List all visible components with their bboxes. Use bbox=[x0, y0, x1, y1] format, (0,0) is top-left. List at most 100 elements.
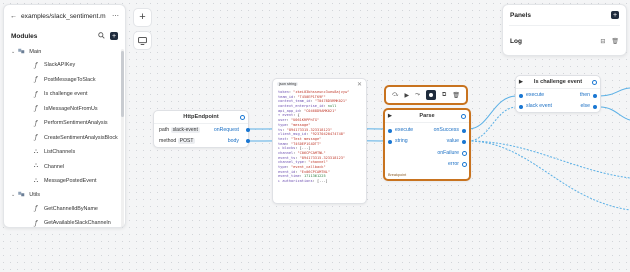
node-title: ▶ Parse bbox=[385, 110, 469, 123]
list-item-label: ListChannels bbox=[44, 149, 76, 156]
list-item[interactable]: ƒ SlackAPIKey bbox=[4, 58, 125, 73]
chevron-down-icon[interactable]: ⌄ bbox=[11, 49, 15, 55]
module-group-icon bbox=[18, 48, 26, 56]
output-onfailure-label: onFailure bbox=[437, 150, 459, 156]
tree-group-utils[interactable]: ⌄ Utils bbox=[4, 189, 125, 202]
node-status-port[interactable] bbox=[240, 115, 245, 120]
network-icon: ⛬ bbox=[33, 163, 39, 170]
list-item[interactable]: ƒ GetChannelIdByName bbox=[4, 202, 125, 217]
input-port[interactable] bbox=[519, 105, 523, 109]
list-item[interactable]: ⛬ Channel bbox=[4, 160, 125, 175]
clear-log-icon[interactable]: ⊟ bbox=[600, 38, 605, 45]
trash-icon[interactable]: 🗑 bbox=[452, 92, 460, 99]
panels-window: Panels + Log ⊟ 🗑 bbox=[502, 4, 627, 56]
list-item-label: Channel bbox=[44, 163, 65, 170]
method-label: method bbox=[159, 138, 177, 144]
method-row: method POST bbox=[159, 138, 196, 144]
plus-icon: + bbox=[139, 11, 146, 23]
function-icon: ƒ bbox=[34, 134, 38, 142]
node-title-label: Parse bbox=[419, 113, 435, 119]
list-item[interactable]: ƒ IsMessageNotFromUs bbox=[4, 102, 125, 117]
input-port[interactable] bbox=[388, 140, 392, 144]
tree-group-label: Main bbox=[29, 48, 42, 55]
list-item[interactable]: ƒ PerformSentimentAnalysis bbox=[4, 116, 125, 131]
list-item-label: IsMessageNotFromUs bbox=[44, 105, 98, 112]
close-icon[interactable]: ✕ bbox=[357, 81, 362, 88]
json-type-tag[interactable]: json string bbox=[277, 82, 299, 86]
list-item-label: SlackAPIKey bbox=[44, 62, 76, 69]
http-endpoint-node[interactable]: HttpEndpoint path slack-event method POS… bbox=[153, 110, 250, 148]
input-port[interactable] bbox=[519, 94, 523, 98]
play-icon[interactable]: ▶ bbox=[388, 113, 392, 119]
node-status-port[interactable] bbox=[592, 80, 597, 85]
output-then-label: then bbox=[579, 92, 590, 98]
json-line[interactable]: ▸ authorizations: [...] bbox=[278, 179, 361, 184]
list-item-label: MessagePostedEvent bbox=[44, 178, 97, 185]
output-port[interactable] bbox=[593, 94, 597, 98]
input-port[interactable] bbox=[388, 129, 392, 133]
list-item-label: CreateSentimentAnalysisBlock bbox=[44, 134, 118, 141]
back-arrow-icon[interactable]: ← bbox=[10, 13, 17, 20]
sidebar-header: ← examples/slack_sentiment.m ⋯ bbox=[4, 5, 125, 27]
log-panel-row[interactable]: Log ⊟ 🗑 bbox=[503, 26, 626, 56]
list-item-label: GetChannelIdByName bbox=[44, 205, 98, 212]
node-title: ▶ Is challenge event bbox=[516, 76, 600, 89]
step-over-icon[interactable]: ⤼ bbox=[392, 92, 398, 99]
function-icon: ƒ bbox=[34, 61, 38, 69]
record-icon bbox=[428, 93, 433, 97]
output-port[interactable] bbox=[462, 140, 466, 144]
json-inspector-popup: json string ✕ token: "zkei03bhsseunc3ueu… bbox=[272, 78, 367, 204]
function-icon: ƒ bbox=[34, 76, 38, 84]
function-icon: ƒ bbox=[34, 105, 38, 113]
play-icon[interactable]: ▶ bbox=[404, 92, 409, 99]
play-icon[interactable]: ▶ bbox=[519, 79, 523, 85]
search-icon[interactable] bbox=[98, 31, 105, 41]
add-module-button[interactable]: + bbox=[110, 32, 118, 40]
json-popup-header: json string ✕ bbox=[273, 79, 366, 89]
modules-header: Modules + bbox=[4, 27, 125, 45]
output-port[interactable] bbox=[246, 139, 250, 143]
list-item-label: GetAvailableSlackChanneln bbox=[44, 220, 111, 227]
add-panel-button[interactable]: + bbox=[611, 11, 619, 19]
node-status-port[interactable] bbox=[461, 114, 466, 119]
list-item[interactable]: ƒ GetAvailableSlackChanneln bbox=[4, 216, 125, 227]
main-items: ƒ SlackAPIKey ƒ PostMessageToSlack ƒ Is cha… bbox=[4, 58, 125, 189]
output-value-label: value bbox=[446, 138, 459, 144]
output-port[interactable] bbox=[593, 105, 597, 109]
breakpoint-button[interactable] bbox=[425, 90, 436, 100]
method-value[interactable]: POST bbox=[177, 138, 196, 144]
input-execute-label: execute bbox=[526, 92, 545, 98]
add-node-button[interactable]: + bbox=[133, 8, 152, 27]
output-port[interactable] bbox=[462, 129, 466, 133]
list-item[interactable]: ƒ Is challenge event bbox=[4, 87, 125, 102]
file-title: examples/slack_sentiment.m bbox=[21, 12, 106, 20]
tree-group-main[interactable]: ⌄ Main bbox=[4, 45, 125, 58]
parse-node[interactable]: ▶ Parse execute string onSuccess value o… bbox=[383, 108, 471, 181]
display-button[interactable] bbox=[133, 31, 152, 50]
debug-controls: ⤼ ▶ ⤳ ⧉ 🗑 bbox=[384, 85, 468, 105]
list-item-label: PerformSentimentAnalysis bbox=[44, 120, 108, 127]
path-value[interactable]: slack-event bbox=[170, 127, 200, 133]
step-icon[interactable]: ⤳ bbox=[415, 92, 420, 99]
output-port[interactable] bbox=[246, 128, 250, 132]
more-options-icon[interactable]: ⋯ bbox=[112, 12, 119, 20]
trash-icon[interactable]: 🗑 bbox=[611, 38, 619, 45]
module-group-icon bbox=[18, 191, 26, 199]
json-tree: token: "zkei03bhsseunc3ueu8ajvyw" team_i… bbox=[273, 89, 366, 185]
list-item[interactable]: ƒ CreateSentimentAnalysisBlock bbox=[4, 131, 125, 146]
node-title: HttpEndpoint bbox=[154, 111, 248, 124]
output-onrequest-label: onRequest bbox=[213, 127, 239, 133]
list-item[interactable]: ⛬ MessagePostedEvent bbox=[4, 174, 125, 189]
output-body-label: body bbox=[227, 138, 239, 144]
copy-icon[interactable]: ⧉ bbox=[442, 92, 446, 99]
is-challenge-event-node[interactable]: ▶ Is challenge event execute then slack … bbox=[515, 75, 601, 113]
chevron-down-icon[interactable]: ⌄ bbox=[11, 192, 15, 198]
list-item[interactable]: ƒ PostMessageToSlack bbox=[4, 73, 125, 88]
modules-sidebar: ← examples/slack_sentiment.m ⋯ Modules +… bbox=[3, 4, 126, 228]
list-item[interactable]: ⛬ ListChannels bbox=[4, 145, 125, 160]
input-slack-event-label: slack event bbox=[526, 103, 552, 109]
output-else-label: else bbox=[580, 103, 590, 109]
output-port[interactable] bbox=[462, 151, 467, 156]
output-port[interactable] bbox=[462, 162, 467, 167]
scrollbar-thumb[interactable] bbox=[121, 51, 124, 117]
